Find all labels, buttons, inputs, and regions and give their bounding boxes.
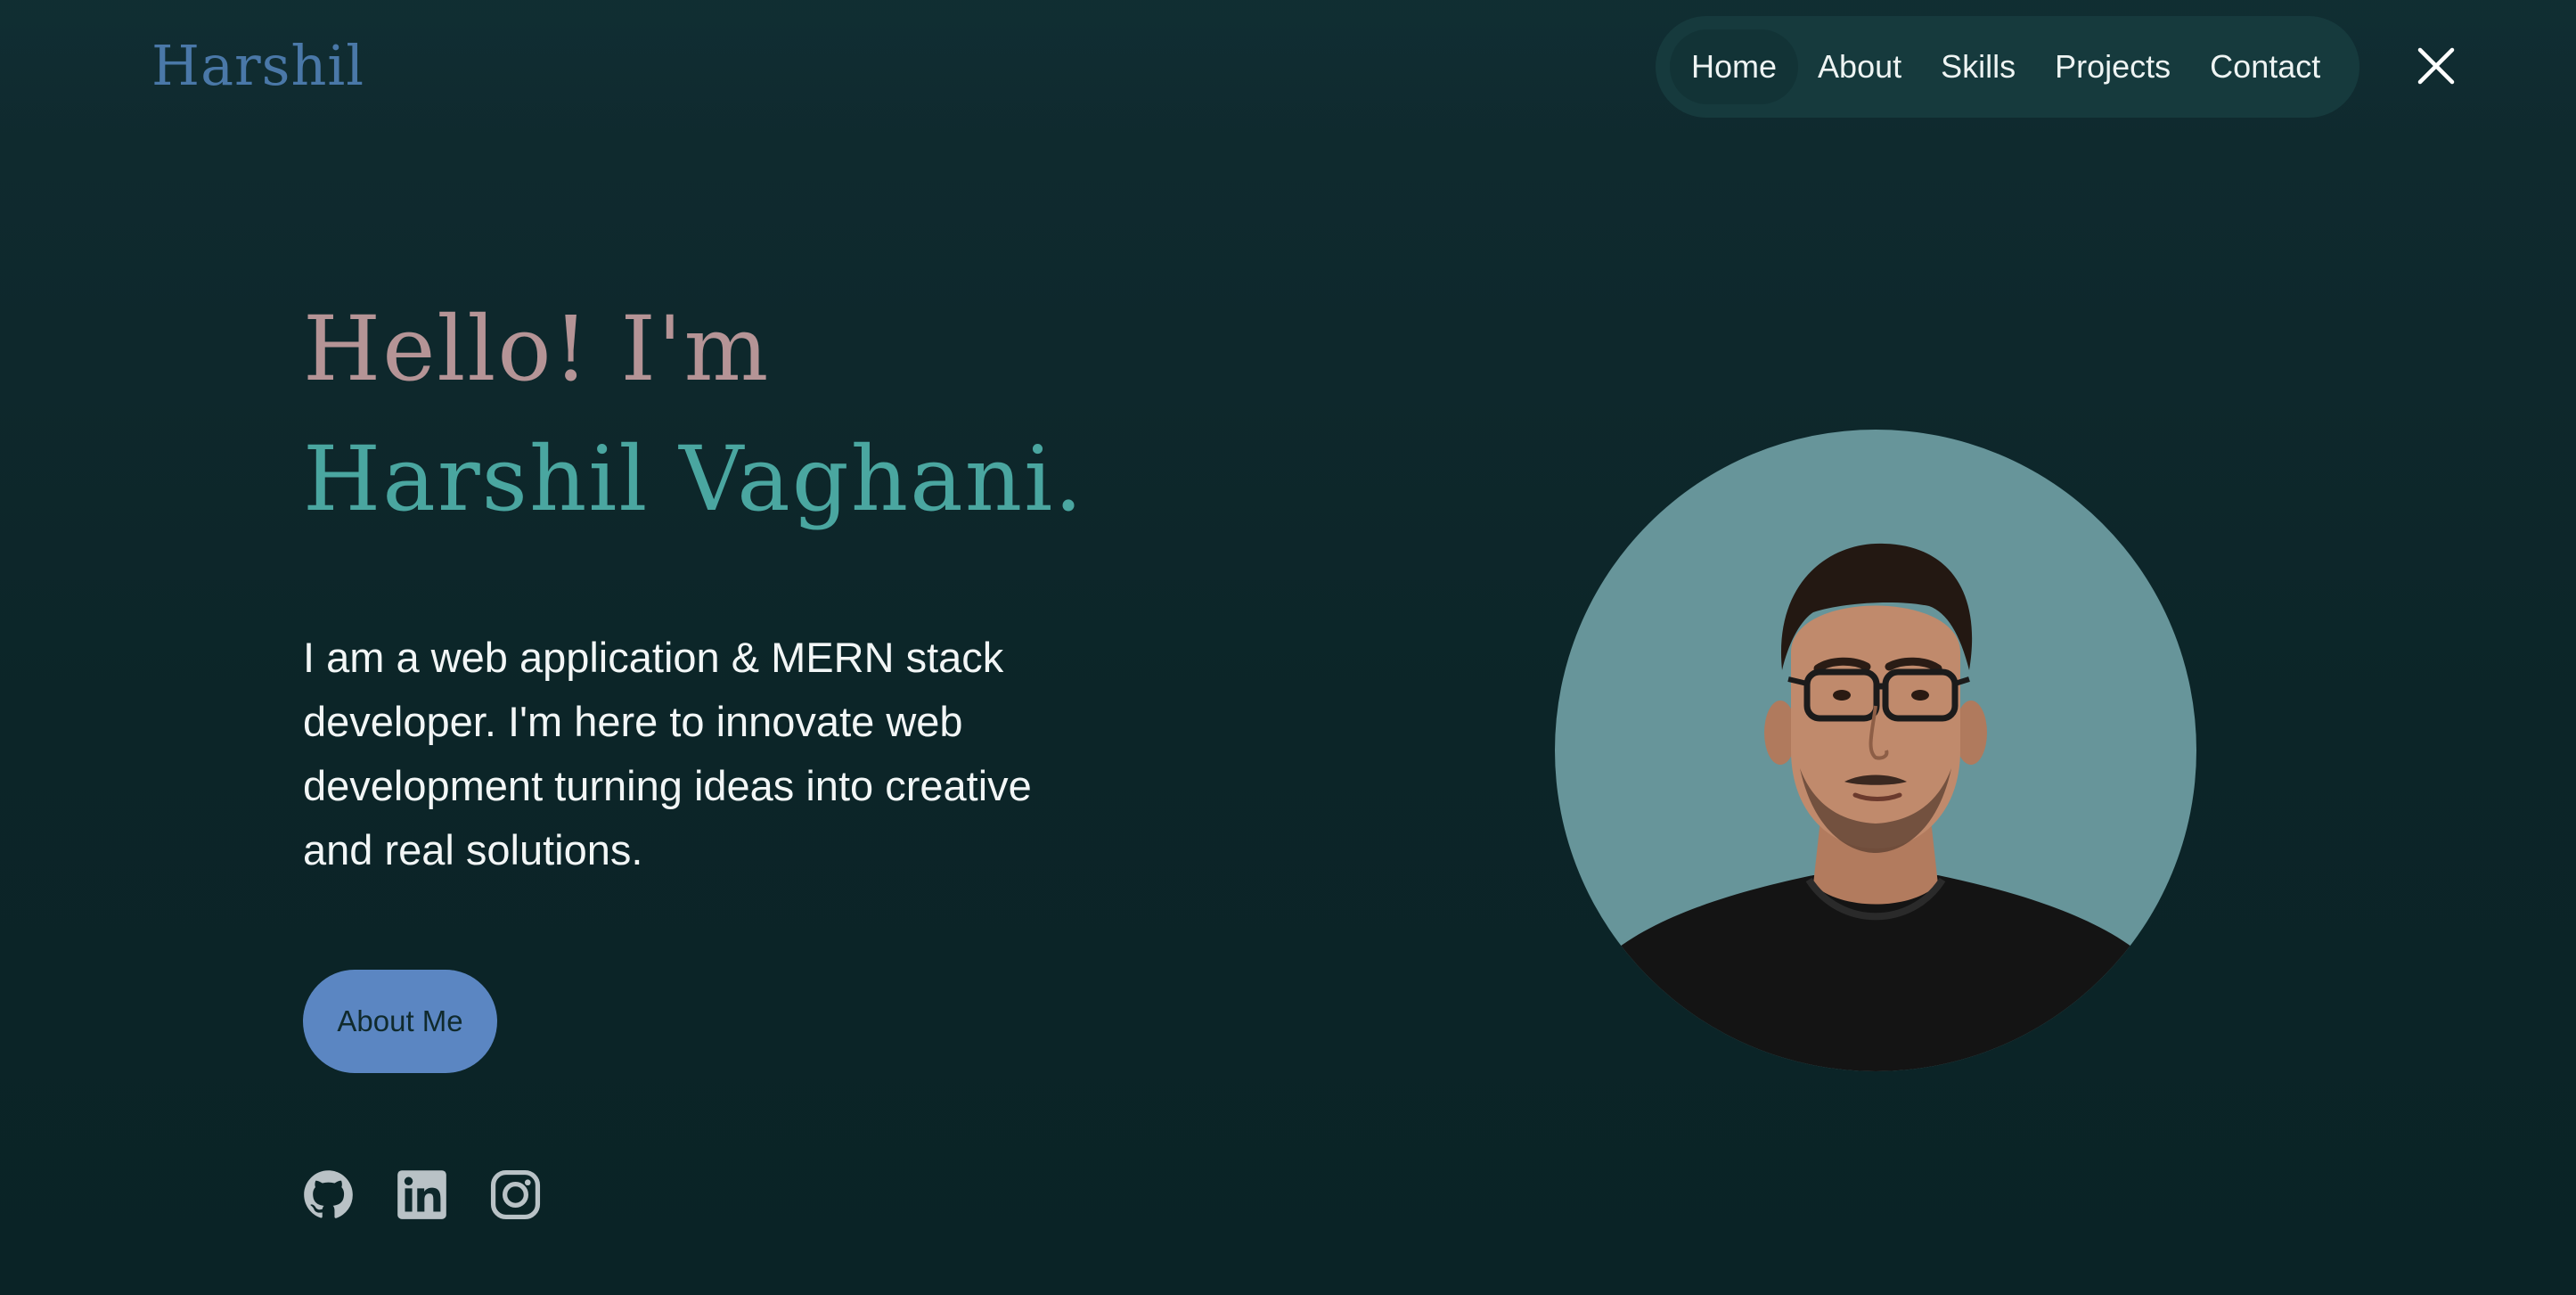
- nav-item-about[interactable]: About: [1798, 29, 1921, 104]
- github-icon[interactable]: [303, 1169, 354, 1220]
- portfolio-page: Harshil Home About Skills Projects Conta…: [0, 0, 2576, 1295]
- nav-item-home[interactable]: Home: [1670, 29, 1799, 104]
- brand-logo[interactable]: Harshil: [151, 30, 364, 102]
- nav-item-contact[interactable]: Contact: [2190, 29, 2340, 104]
- instagram-icon[interactable]: [490, 1169, 541, 1220]
- linkedin-icon[interactable]: [397, 1169, 447, 1220]
- about-me-button[interactable]: About Me: [303, 970, 497, 1073]
- nav-item-projects[interactable]: Projects: [2035, 29, 2190, 104]
- main-nav: Home About Skills Projects Contact: [1656, 16, 2359, 118]
- hero-name: Harshil Vaghani.: [303, 427, 1084, 531]
- social-links: [303, 1169, 541, 1223]
- hero-greeting: Hello! I'm: [303, 297, 771, 401]
- hero-intro: I am a web application & MERN stack deve…: [303, 634, 1032, 873]
- profile-photo: [1555, 430, 2196, 1071]
- site-header: Harshil Home About Skills Projects Conta…: [0, 0, 2576, 134]
- close-icon[interactable]: [2417, 46, 2456, 86]
- nav-item-skills[interactable]: Skills: [1921, 29, 2035, 104]
